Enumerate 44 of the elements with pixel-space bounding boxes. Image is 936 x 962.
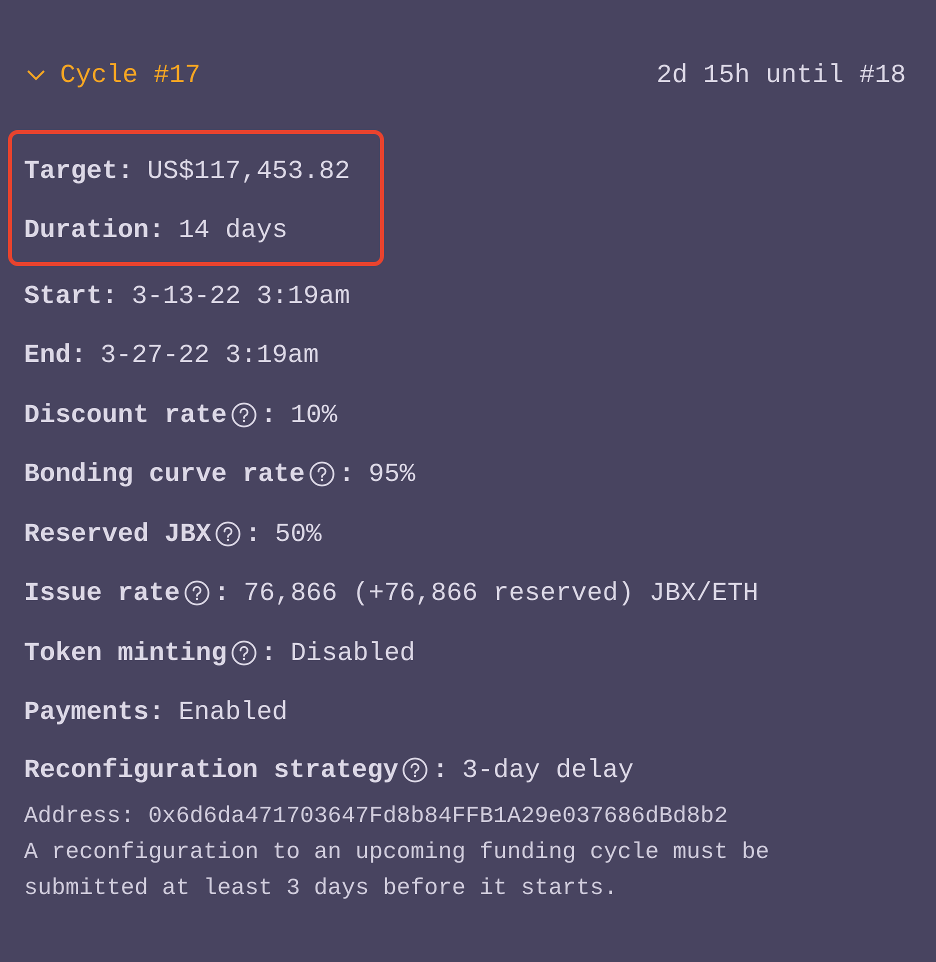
help-icon[interactable] [402, 757, 428, 783]
field-label: Start [24, 280, 102, 311]
field-value: 50% [274, 518, 322, 549]
field-value: US$117,453.82 [147, 156, 350, 186]
field-label: Reconfiguration strategy [24, 755, 398, 785]
field-value: 3-13-22 3:19am [132, 280, 350, 311]
field-value: 76,866 (+76,866 reserved) JBX/ETH [244, 578, 759, 608]
colon: : [214, 578, 230, 608]
colon: : [338, 459, 354, 490]
colon: : [102, 280, 118, 311]
help-icon[interactable] [230, 640, 257, 666]
colon: : [245, 518, 261, 549]
field-value: 95% [368, 459, 416, 490]
colon: : [70, 340, 86, 370]
colon: : [260, 400, 276, 430]
cycle-title[interactable]: Cycle #17 [60, 60, 200, 90]
address-text: Address: 0x6d6da471703647Fd8b84FFB1A29e037686dBd8b2 [24, 802, 729, 831]
colon: : [260, 638, 276, 668]
field-label: Target [24, 156, 118, 186]
help-icon[interactable] [184, 580, 210, 606]
description-text: A reconfiguration to an upcoming funding cycle must be submitted at least 3 days before it starts. [24, 838, 770, 903]
chevron-icon[interactable] [26, 68, 46, 80]
field-value: 10% [290, 400, 338, 430]
field-label: Reserved JBX [24, 518, 212, 549]
help-icon[interactable] [308, 461, 335, 488]
colon: : [148, 215, 164, 246]
colon: : [148, 697, 164, 728]
field-label: End [24, 340, 71, 370]
field-label: Issue rate [24, 578, 180, 608]
help-icon[interactable] [215, 520, 242, 547]
help-icon[interactable] [230, 402, 257, 428]
countdown: 2d 15h until #18 [656, 60, 906, 90]
field-value: Disabled [290, 638, 416, 668]
field-label: Token minting [24, 638, 227, 668]
field-value: Enabled [178, 697, 288, 728]
field-label: Bonding curve rate [24, 459, 305, 490]
field-value: 3-27-22 3:19am [100, 340, 319, 370]
field-label: Discount rate [24, 400, 227, 430]
colon: : [118, 156, 134, 186]
field-label: Duration [24, 215, 149, 246]
field-value: 3-day delay [462, 755, 634, 785]
field-label: Payments [24, 697, 149, 728]
colon: : [432, 755, 448, 785]
field-value: 14 days [178, 215, 288, 246]
